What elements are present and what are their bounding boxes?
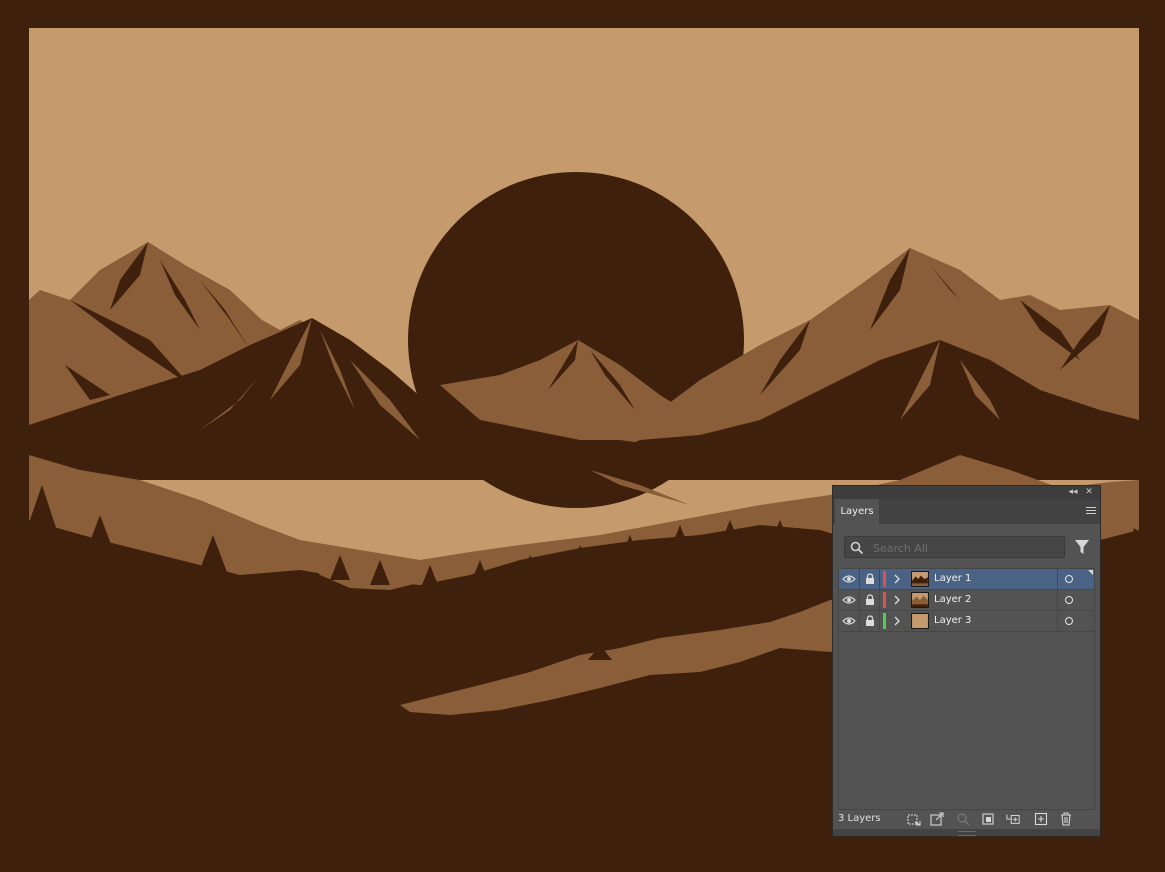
layer-color-indicator: [883, 613, 886, 629]
hamburger-menu-icon[interactable]: [1084, 505, 1098, 517]
layer-list: Layer 1 Layer 2 Layer 3: [838, 568, 1095, 810]
create-new-layer-icon[interactable]: [1034, 812, 1048, 826]
panel-footer: 3 Layers: [833, 811, 1100, 829]
filter-icon[interactable]: [1074, 539, 1090, 555]
search-box[interactable]: [844, 536, 1065, 559]
layer-color-indicator: [883, 571, 886, 587]
export-icon[interactable]: [930, 812, 944, 826]
layer-count: 3 Layers: [838, 813, 881, 824]
layer-row-layer-2[interactable]: Layer 2: [839, 590, 1094, 611]
layer-row-layer-3[interactable]: Layer 3: [839, 611, 1094, 632]
eye-icon[interactable]: [842, 574, 856, 584]
layer-name[interactable]: Layer 3: [934, 611, 971, 631]
lock-icon[interactable]: [865, 594, 875, 606]
search-input[interactable]: [871, 537, 1065, 559]
target-circle-icon[interactable]: [1065, 617, 1073, 625]
target-circle-icon[interactable]: [1065, 575, 1073, 583]
tab-layers[interactable]: Layers: [835, 499, 879, 524]
lock-icon[interactable]: [865, 615, 875, 627]
layer-name[interactable]: Layer 1: [934, 569, 971, 589]
layer-row-layer-1[interactable]: Layer 1: [839, 569, 1094, 590]
layer-thumbnail: [911, 571, 929, 587]
eye-icon[interactable]: [842, 595, 856, 605]
double-chevron-left-icon[interactable]: ◂◂: [1066, 486, 1080, 499]
chevron-right-icon[interactable]: [893, 616, 901, 626]
target-circle-icon[interactable]: [1065, 596, 1073, 604]
panel-tab-strip: Layers: [833, 499, 1100, 524]
create-sublayer-icon[interactable]: [1006, 812, 1020, 826]
chevron-right-icon[interactable]: [893, 574, 901, 584]
layer-name[interactable]: Layer 2: [934, 590, 971, 610]
eye-icon[interactable]: [842, 616, 856, 626]
panel-resize-grip[interactable]: [833, 829, 1100, 836]
layer-thumbnail: [911, 613, 929, 629]
make-clipping-mask-icon[interactable]: [981, 812, 995, 826]
layer-color-indicator: [883, 592, 886, 608]
layer-thumbnail: [911, 592, 929, 608]
close-icon[interactable]: ✕: [1082, 486, 1096, 499]
locate-object-icon[interactable]: [956, 812, 970, 826]
selection-corner-icon: [1088, 570, 1093, 575]
layers-panel: ◂◂ ✕ Layers Search All Layer 1 Layer 2 L…: [832, 485, 1101, 837]
search-icon: [850, 541, 864, 555]
chevron-right-icon[interactable]: [893, 595, 901, 605]
delete-layer-icon[interactable]: [1059, 812, 1073, 826]
panel-titlebar[interactable]: ◂◂ ✕: [833, 486, 1100, 499]
lock-icon[interactable]: [865, 573, 875, 585]
collect-for-export-icon[interactable]: [907, 812, 921, 826]
